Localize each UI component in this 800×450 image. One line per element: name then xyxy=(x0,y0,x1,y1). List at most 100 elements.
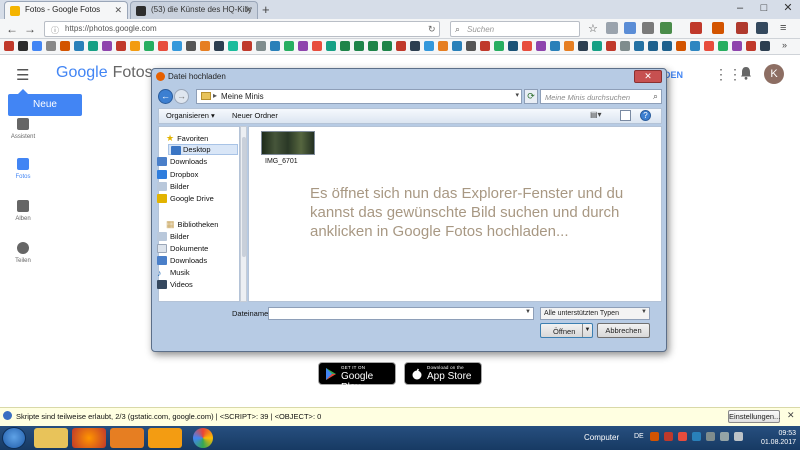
notifications-bell-icon[interactable] xyxy=(740,66,752,80)
volume-icon[interactable] xyxy=(720,432,729,441)
bookmark-icon[interactable] xyxy=(102,41,112,51)
bookmark-icon[interactable] xyxy=(634,41,644,51)
adblock-icon[interactable] xyxy=(690,22,702,34)
nav-item-music[interactable]: ♪ Musik xyxy=(157,268,190,278)
app-taskbar-icon[interactable] xyxy=(148,428,182,448)
open-button[interactable]: Öffnen ▼ xyxy=(540,323,593,338)
nav-item-pictures[interactable]: Bilder xyxy=(157,182,189,191)
file-type-select[interactable]: Alle unterstützten Typen ▼ xyxy=(540,307,650,320)
bookmark-icon[interactable] xyxy=(4,41,14,51)
nav-item-dropbox[interactable]: Dropbox xyxy=(157,170,198,179)
media-player-taskbar-icon[interactable] xyxy=(110,428,144,448)
tab-hq-killy[interactable]: (53) die Künste des HQ-Killy ✕ xyxy=(130,1,258,19)
back-icon[interactable]: ← xyxy=(6,22,18,36)
sidebar-item-albums[interactable]: Alben xyxy=(8,200,38,222)
explorer-taskbar-icon[interactable] xyxy=(34,428,68,448)
close-window-icon[interactable]: ✕ xyxy=(776,0,800,18)
language-indicator[interactable]: DE xyxy=(634,433,644,440)
noscript-icon[interactable] xyxy=(712,22,724,34)
bookmark-icon[interactable] xyxy=(354,41,364,51)
scrollbar-thumb[interactable] xyxy=(242,137,246,257)
new-features-tooltip[interactable]: Neue Funktionen xyxy=(8,89,82,132)
dialog-close-button[interactable]: ✕ xyxy=(634,70,662,83)
bookmark-icon[interactable] xyxy=(242,41,252,51)
google-photos-logo[interactable]: Google Fotos xyxy=(56,64,153,82)
nav-scrollbar[interactable] xyxy=(240,126,247,302)
bookmark-icon[interactable] xyxy=(704,41,714,51)
sidebar-item-photos[interactable]: Fotos xyxy=(8,158,38,180)
bookmark-icon[interactable] xyxy=(410,41,420,51)
bookmark-icon[interactable] xyxy=(298,41,308,51)
nav-item-downloads[interactable]: Downloads xyxy=(157,157,207,166)
bookmark-icon[interactable] xyxy=(88,41,98,51)
bookmark-icon[interactable] xyxy=(732,41,742,51)
new-folder-button[interactable]: Neuer Ordner xyxy=(232,111,278,120)
forward-icon[interactable]: → xyxy=(24,22,36,36)
nav-item-lib-downloads[interactable]: Downloads xyxy=(157,256,207,265)
favorites-header[interactable]: ★ Favoriten xyxy=(166,133,208,144)
flag-tray-icon[interactable] xyxy=(734,432,743,441)
bookmark-icon[interactable] xyxy=(270,41,280,51)
organize-button[interactable]: Organisieren ▾ xyxy=(166,111,215,120)
bookmark-icon[interactable] xyxy=(32,41,42,51)
chevron-down-icon[interactable]: ▾ xyxy=(515,91,519,99)
reload-icon[interactable]: ↻ xyxy=(428,24,436,35)
bookmark-icon[interactable] xyxy=(214,41,224,51)
chevron-down-icon[interactable]: ▼ xyxy=(525,309,531,315)
google-play-badge[interactable]: GET IT ON Google Play xyxy=(318,362,396,393)
view-options-icon[interactable]: ▤▾ xyxy=(590,110,602,121)
bookmark-icon[interactable] xyxy=(494,41,504,51)
bookmark-icon[interactable] xyxy=(662,41,672,51)
url-bar[interactable]: ⓘ https://photos.google.com xyxy=(44,21,440,37)
nav-item-documents[interactable]: Dokumente xyxy=(157,244,208,253)
bookmark-icon[interactable] xyxy=(228,41,238,51)
cancel-button[interactable]: Abbrechen xyxy=(597,323,650,338)
file-thumbnail[interactable] xyxy=(261,131,315,155)
bookmark-icon[interactable] xyxy=(438,41,448,51)
app-store-badge[interactable]: Download on the App Store xyxy=(404,362,482,385)
tray-icon[interactable] xyxy=(692,432,701,441)
bookmark-icon[interactable] xyxy=(578,41,588,51)
bookmark-icon[interactable] xyxy=(256,41,266,51)
network-icon[interactable] xyxy=(706,432,715,441)
bookmark-icon[interactable] xyxy=(396,41,406,51)
refresh-icon[interactable]: ⟳ xyxy=(524,89,538,104)
apps-grid-icon[interactable]: ⋮⋮ xyxy=(714,66,742,83)
bookmark-icon[interactable] xyxy=(536,41,546,51)
bookmark-icon[interactable] xyxy=(46,41,56,51)
bookmark-icon[interactable] xyxy=(480,41,490,51)
bookmark-icon[interactable] xyxy=(116,41,126,51)
bookmark-icon[interactable] xyxy=(746,41,756,51)
open-split-dropdown-icon[interactable]: ▼ xyxy=(582,324,592,337)
sidebar-item-assistant[interactable]: Assistent xyxy=(8,118,38,140)
bookmark-icon[interactable] xyxy=(424,41,434,51)
tab-google-fotos[interactable]: Fotos - Google Fotos ✕ xyxy=(4,1,128,19)
bookmark-icon[interactable] xyxy=(452,41,462,51)
bookmark-icon[interactable] xyxy=(592,41,602,51)
clock[interactable]: 09:53 01.08.2017 xyxy=(752,429,796,447)
bookmark-icon[interactable] xyxy=(508,41,518,51)
bookmark-icon[interactable] xyxy=(60,41,70,51)
flag-icon[interactable] xyxy=(756,22,768,34)
computer-toolbar-label[interactable]: Computer xyxy=(584,433,619,442)
bookmark-icon[interactable] xyxy=(74,41,84,51)
bookmark-icon[interactable] xyxy=(382,41,392,51)
reading-list-icon[interactable] xyxy=(606,22,618,34)
nav-item-videos[interactable]: Videos xyxy=(157,280,193,289)
menu-icon[interactable]: ≡ xyxy=(780,22,786,34)
tray-icon[interactable] xyxy=(650,432,659,441)
bookmark-icon[interactable] xyxy=(130,41,140,51)
help-icon[interactable]: ? xyxy=(640,110,651,121)
sidebar-item-sharing[interactable]: Teilen xyxy=(8,242,38,264)
bookmark-icon[interactable] xyxy=(200,41,210,51)
bookmark-icon[interactable] xyxy=(606,41,616,51)
bookmark-icon[interactable] xyxy=(312,41,322,51)
firefox-taskbar-icon[interactable] xyxy=(72,428,106,448)
libraries-header[interactable]: ▦ Bibliotheken xyxy=(166,219,218,230)
dialog-forward-icon[interactable]: → xyxy=(174,89,189,104)
bookmark-icon[interactable] xyxy=(172,41,182,51)
addon-red-icon[interactable] xyxy=(736,22,748,34)
minimize-icon[interactable]: – xyxy=(728,0,752,18)
tray-icon[interactable] xyxy=(678,432,687,441)
bookmark-icon[interactable] xyxy=(326,41,336,51)
